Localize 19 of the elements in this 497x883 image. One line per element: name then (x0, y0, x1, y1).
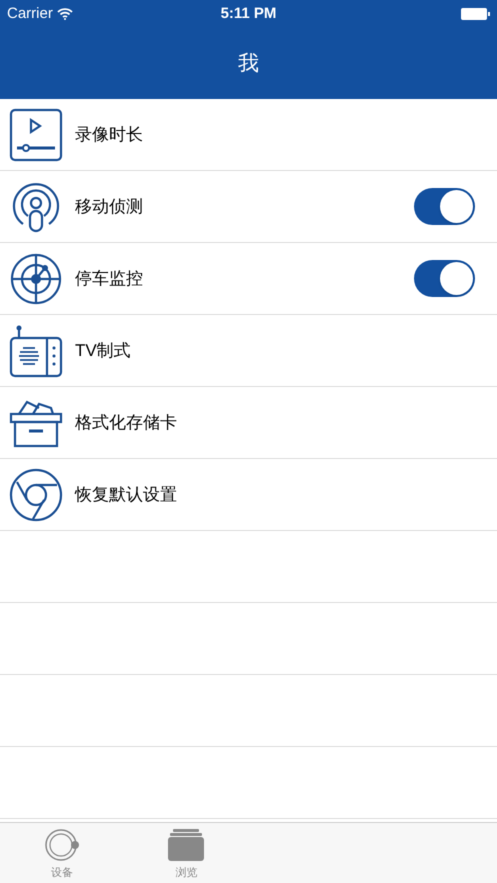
video-icon (9, 108, 63, 162)
camera-lens-icon (43, 828, 82, 862)
setting-label[interactable]: TV制式 (75, 338, 475, 364)
carrier-label: Carrier (7, 4, 53, 24)
setting-label[interactable]: 移动侦测 (75, 194, 414, 220)
setting-label[interactable]: 格式化存储卡 (75, 410, 475, 436)
radar-icon (9, 252, 63, 306)
setting-label[interactable]: 恢复默认设置 (75, 482, 475, 508)
toggle-switch[interactable] (414, 260, 475, 297)
nav-title: 我 (238, 50, 259, 77)
wifi-icon (56, 8, 73, 20)
battery-icon (461, 8, 490, 20)
radio-icon (9, 324, 63, 378)
toggle-switch[interactable] (414, 188, 475, 225)
status-time: 5:11 PM (220, 4, 276, 24)
browser-logo-icon (9, 468, 63, 522)
folder-stack-icon (167, 828, 206, 862)
setting-label[interactable]: 停车监控 (75, 266, 414, 292)
setting-label[interactable]: 录像时长 (75, 122, 475, 148)
